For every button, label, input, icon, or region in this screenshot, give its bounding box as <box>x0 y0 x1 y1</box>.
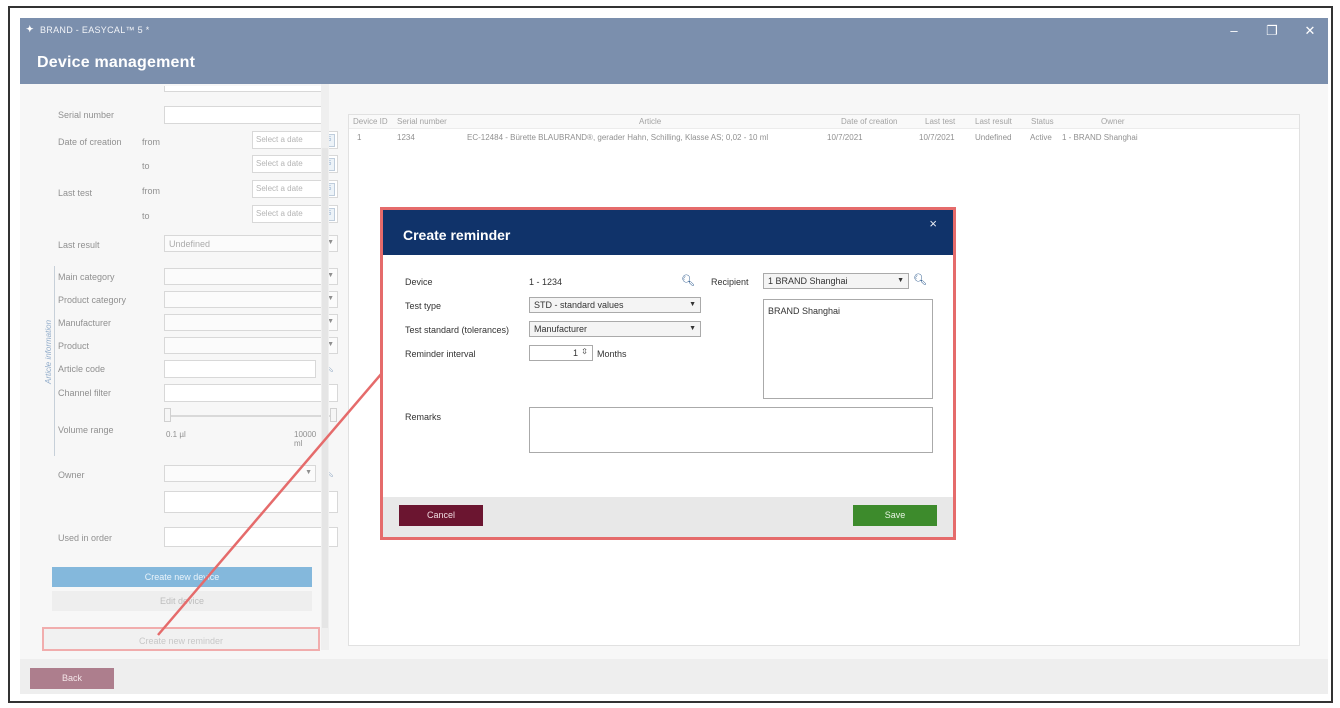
device-label: Device <box>405 277 433 287</box>
remarks-label: Remarks <box>405 412 442 422</box>
test-type-select[interactable]: STD - standard values ▼ <box>529 297 701 313</box>
recipient-label: Recipient <box>711 277 749 287</box>
reminder-interval-label: Reminder interval <box>405 349 476 359</box>
spinner-icon: ⇳ <box>581 347 588 356</box>
test-type-label: Test type <box>405 301 442 311</box>
recipient-box: BRAND Shanghai <box>763 299 933 399</box>
dialog-footer: Cancel Save <box>383 497 953 537</box>
reminder-interval-stepper[interactable]: 1 ⇳ <box>529 345 593 361</box>
reminder-interval-unit: Months <box>597 349 627 359</box>
dialog-header: Create reminder × <box>383 210 953 255</box>
dialog-title: Create reminder <box>403 227 511 243</box>
test-standard-select[interactable]: Manufacturer ▼ <box>529 321 701 337</box>
dialog-body: Device 1 - 1234 🔍︎ Recipient 1 BRAND Sha… <box>383 255 953 497</box>
device-value: 1 - 1234 <box>529 277 563 287</box>
remarks-textarea[interactable] <box>529 407 933 453</box>
search-icon[interactable]: 🔍︎ <box>913 273 927 286</box>
create-reminder-dialog: Create reminder × Device 1 - 1234 🔍︎ Rec… <box>380 207 956 540</box>
save-button[interactable]: Save <box>853 505 937 526</box>
chevron-down-icon: ▼ <box>689 301 696 308</box>
chevron-down-icon: ▼ <box>897 277 904 284</box>
close-icon[interactable]: × <box>929 216 937 231</box>
cancel-button[interactable]: Cancel <box>399 505 483 526</box>
recipient-select[interactable]: 1 BRAND Shanghai ▼ <box>763 273 909 289</box>
search-icon[interactable]: 🔍︎ <box>681 274 695 287</box>
chevron-down-icon: ▼ <box>689 325 696 332</box>
test-standard-label: Test standard (tolerances) <box>405 325 510 335</box>
